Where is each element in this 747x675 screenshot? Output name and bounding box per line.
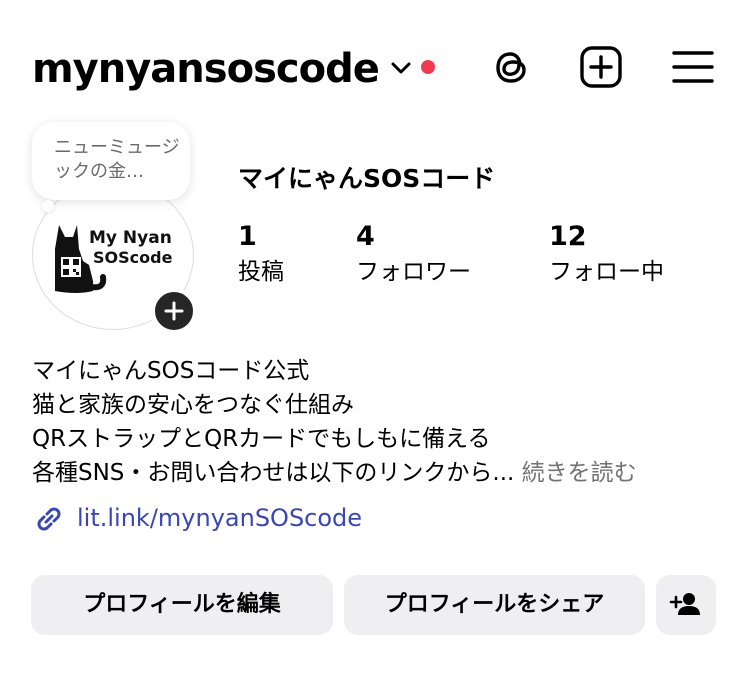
- bio-line-text: 各種SNS・お問い合わせは以下のリンクから...: [32, 460, 515, 486]
- bio-line: QRストラップとQRカードでもしもに備える: [32, 426, 491, 452]
- link-text[interactable]: lit.link/mynyanSOScode: [77, 502, 362, 534]
- add-story-button[interactable]: [151, 288, 197, 334]
- bio-line: マイにゃんSOSコード公式: [32, 358, 310, 384]
- avatar-text-line1: My Nyan: [89, 228, 172, 248]
- profile-header: mynyansoscode: [0, 0, 747, 135]
- menu-icon[interactable]: [670, 44, 716, 90]
- stat-value: 1: [238, 221, 257, 252]
- stat-label: フォロー中: [549, 259, 664, 285]
- edit-profile-button[interactable]: プロフィールを編集: [31, 575, 333, 635]
- chevron-down-icon[interactable]: [389, 58, 413, 78]
- stat-value: 4: [356, 221, 375, 252]
- stat-followers[interactable]: 4 フォロワー: [356, 220, 471, 288]
- stat-label: フォロワー: [356, 259, 471, 285]
- plus-icon: [164, 301, 184, 321]
- discover-people-button[interactable]: [656, 575, 716, 635]
- share-profile-button[interactable]: プロフィールをシェア: [344, 575, 645, 635]
- stat-value: 12: [549, 221, 587, 252]
- note-text: ニューミュージックの金…: [54, 137, 180, 182]
- note-bubble-tail: [42, 200, 54, 212]
- create-post-icon[interactable]: [578, 44, 624, 90]
- stat-following[interactable]: 12 フォロー中: [549, 220, 664, 288]
- link-icon: [37, 507, 61, 531]
- note-bubble[interactable]: ニューミュージックの金…: [32, 122, 190, 200]
- stat-label: 投稿: [238, 259, 284, 285]
- read-more-link[interactable]: 続きを読む: [514, 460, 637, 486]
- threads-icon[interactable]: [488, 44, 534, 90]
- bio-line: 猫と家族の安心をつなぐ仕組み: [32, 392, 354, 418]
- avatar-text-line2: SOScode: [93, 248, 173, 267]
- username[interactable]: mynyansoscode: [32, 44, 380, 94]
- bio: マイにゃんSOSコード公式 猫と家族の安心をつなぐ仕組み QRストラップとQRカ…: [32, 354, 722, 490]
- add-person-icon: [669, 593, 700, 615]
- bio-line: 各種SNS・お問い合わせは以下のリンクから... 続きを読む: [32, 456, 722, 490]
- stat-posts[interactable]: 1 投稿: [238, 220, 284, 288]
- display-name: マイにゃんSOSコード: [238, 164, 496, 193]
- notification-dot: [421, 60, 435, 74]
